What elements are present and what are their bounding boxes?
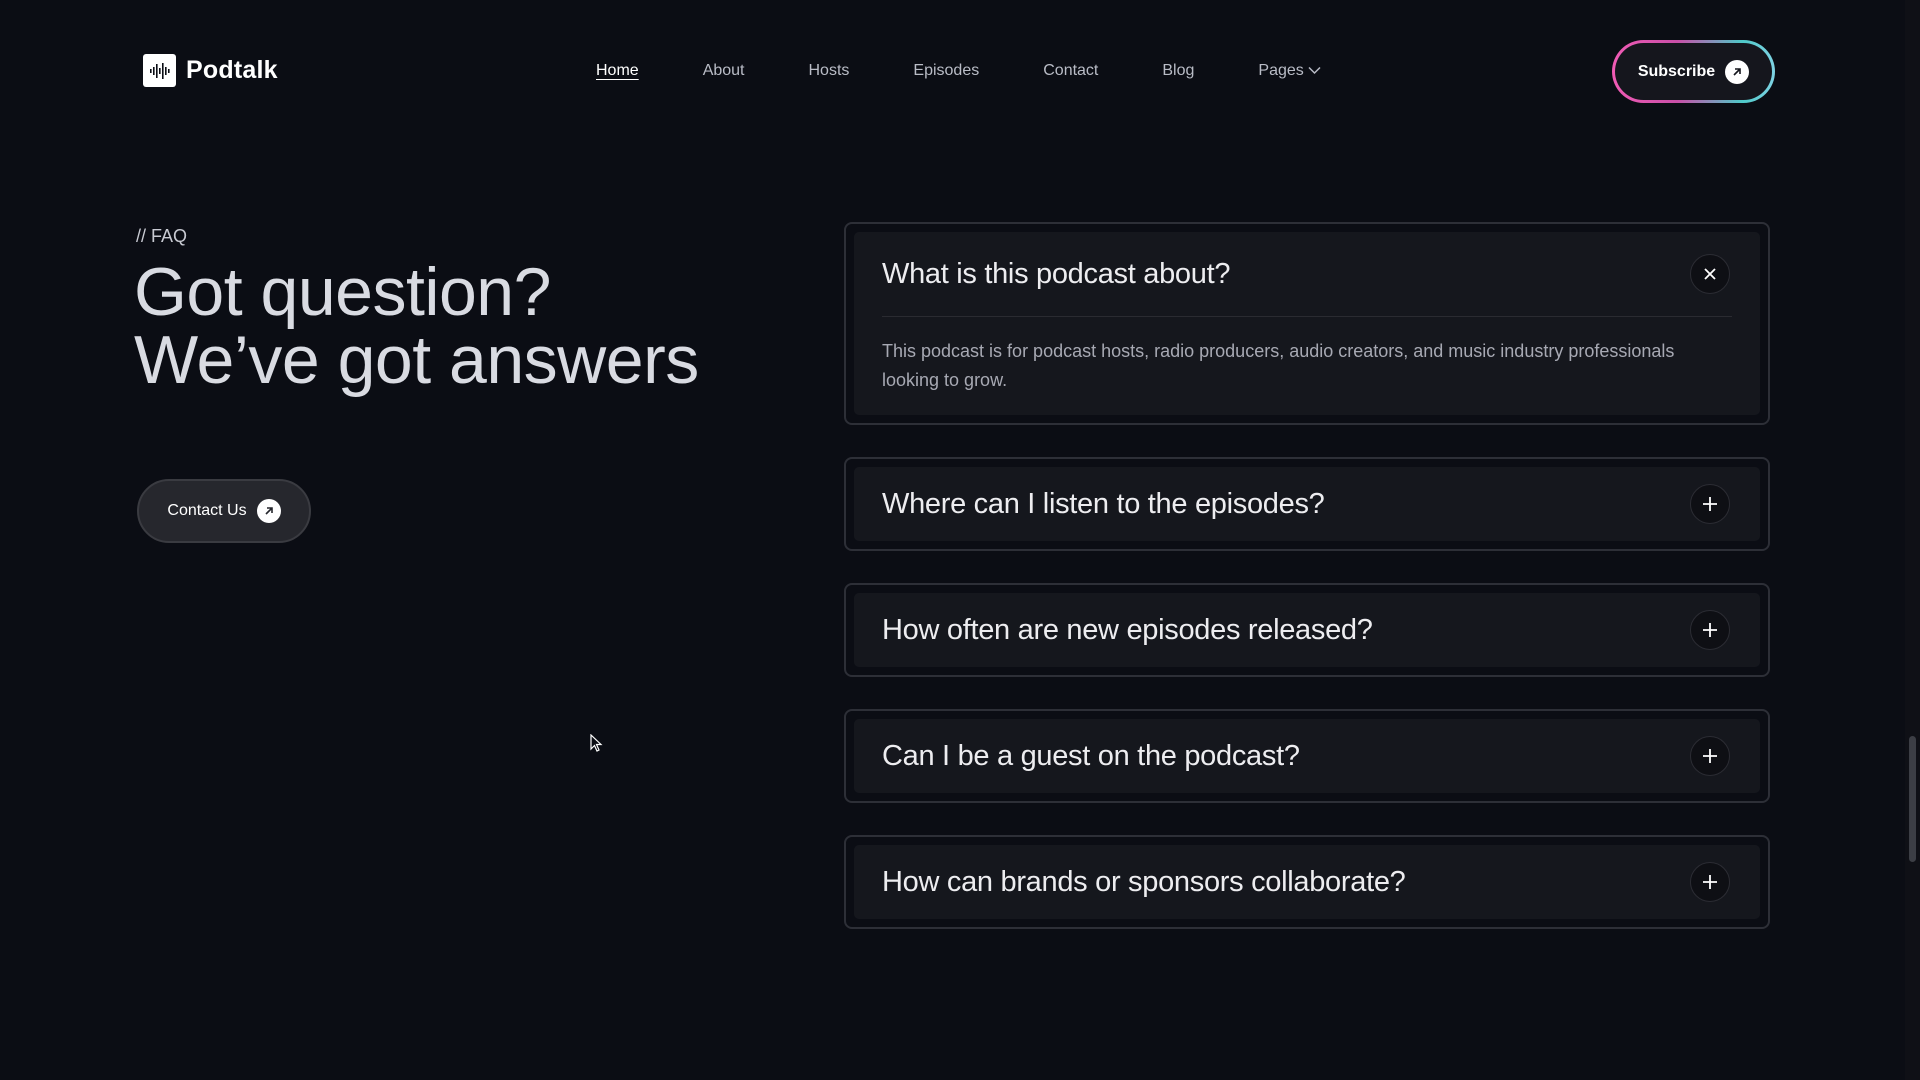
heading-line-2: We’ve got answers <box>134 322 699 398</box>
faq-item: Can I be a guest on the podcast? <box>844 709 1770 803</box>
waveform-icon <box>143 54 176 87</box>
faq-question: How can brands or sponsors collaborate? <box>882 865 1406 898</box>
faq-question: How often are new episodes released? <box>882 613 1373 646</box>
faq-question-row[interactable]: Where can I listen to the episodes? <box>854 467 1760 541</box>
nav-about[interactable]: About <box>703 60 745 82</box>
faq-card: How can brands or sponsors collaborate? <box>854 845 1760 919</box>
faq-question-row[interactable]: What is this podcast about? <box>854 232 1760 316</box>
plus-icon[interactable] <box>1690 862 1730 902</box>
chevron-down-icon <box>1308 60 1321 82</box>
subscribe-button[interactable]: Subscribe <box>1612 40 1775 103</box>
faq-question: What is this podcast about? <box>882 257 1231 290</box>
nav-blog[interactable]: Blog <box>1162 60 1194 82</box>
brand-name: Podtalk <box>186 56 278 84</box>
faq-item: How can brands or sponsors collaborate? <box>844 835 1770 929</box>
faq-card: How often are new episodes released? <box>854 593 1760 667</box>
faq-card: Where can I listen to the episodes? <box>854 467 1760 541</box>
section-tag: // FAQ <box>136 226 188 246</box>
arrow-up-right-icon <box>256 499 281 523</box>
site-header: Podtalk Home About Hosts Episodes Contac… <box>0 0 1905 144</box>
nav-hosts[interactable]: Hosts <box>809 60 850 82</box>
faq-card: Can I be a guest on the podcast? <box>854 719 1760 793</box>
nav-episodes[interactable]: Episodes <box>913 60 979 82</box>
faq-item: How often are new episodes released? <box>844 583 1770 677</box>
nav-pages[interactable]: Pages <box>1258 60 1321 82</box>
nav-home[interactable]: Home <box>596 60 639 82</box>
main-nav: Home About Hosts Episodes Contact Blog P… <box>596 60 1321 82</box>
plus-icon[interactable] <box>1690 610 1730 650</box>
faq-question-row[interactable]: How can brands or sponsors collaborate? <box>854 845 1760 919</box>
heading-line-1: Got question? <box>134 254 551 330</box>
faq-accordion: What is this podcast about? This podcast… <box>844 222 1770 961</box>
faq-question: Can I be a guest on the podcast? <box>882 739 1300 772</box>
plus-icon[interactable] <box>1690 484 1730 524</box>
scrollbar-thumb[interactable] <box>1909 736 1916 862</box>
arrow-up-right-icon <box>1725 59 1750 84</box>
subscribe-label: Subscribe <box>1637 62 1716 80</box>
faq-item: Where can I listen to the episodes? <box>844 457 1770 551</box>
logo[interactable]: Podtalk <box>143 54 278 87</box>
faq-item: What is this podcast about? This podcast… <box>844 222 1770 425</box>
page: Podtalk Home About Hosts Episodes Contac… <box>0 0 1920 1080</box>
plus-icon[interactable] <box>1690 736 1730 776</box>
scrollbar[interactable] <box>1905 0 1920 1080</box>
faq-question: Where can I listen to the episodes? <box>882 487 1325 520</box>
close-icon[interactable] <box>1690 254 1730 294</box>
section-heading: Got question? We’ve got answers <box>134 258 699 394</box>
faq-question-row[interactable]: How often are new episodes released? <box>854 593 1760 667</box>
faq-answer: This podcast is for podcast hosts, radio… <box>882 341 1675 390</box>
faq-question-row[interactable]: Can I be a guest on the podcast? <box>854 719 1760 793</box>
nav-contact[interactable]: Contact <box>1043 60 1098 82</box>
contact-us-button[interactable]: Contact Us <box>137 479 311 543</box>
mouse-cursor-icon <box>590 733 604 759</box>
contact-us-label: Contact Us <box>167 502 247 519</box>
nav-pages-label: Pages <box>1258 62 1304 79</box>
faq-card: What is this podcast about? This podcast… <box>854 232 1760 415</box>
